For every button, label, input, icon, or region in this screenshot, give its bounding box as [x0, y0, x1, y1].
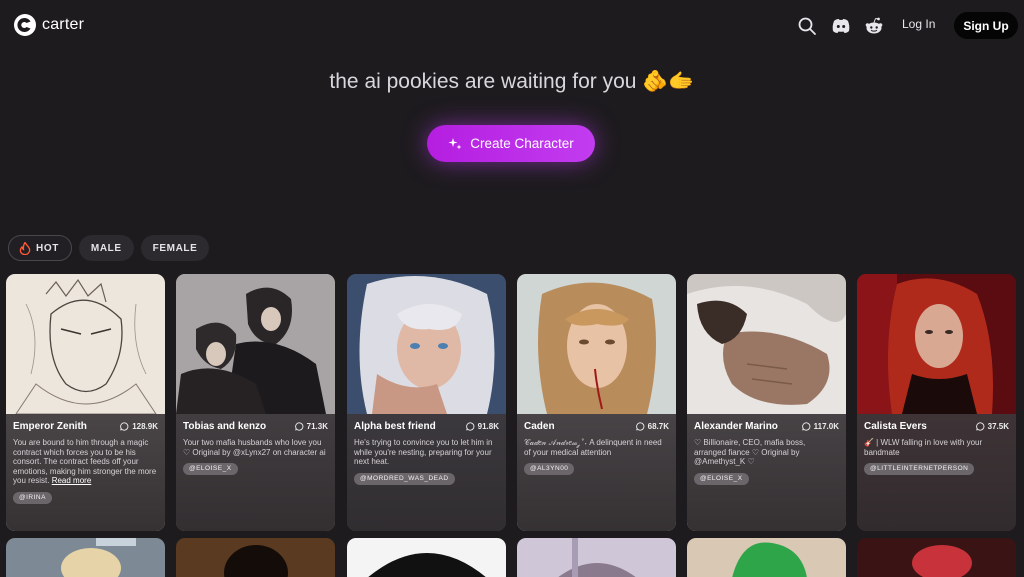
creator-tag[interactable]: @AL3YN00 — [524, 463, 575, 475]
card-description: 🎸 | WLW falling in love with your bandma… — [864, 438, 983, 457]
flame-icon — [19, 241, 31, 255]
card-description: ♡ Billionaire, CEO, mafia boss, arranged… — [694, 438, 806, 466]
character-card[interactable]: Caden 68.7K 𝒞𝒶𝒹𝑒𝓃 𝒜𝓃𝒹𝓇𝑒𝓌 ༘ ˚˖ A delinque… — [517, 274, 676, 531]
card-info: Alpha best friend 91.8K He's trying to c… — [347, 414, 506, 531]
chat-count-value: 37.5K — [987, 422, 1009, 431]
card-description: You are bound to him through a magic con… — [13, 438, 158, 486]
card-name: Alpha best friend — [354, 421, 436, 432]
card-description: He's trying to convince you to let him i… — [354, 438, 493, 466]
creator-tag[interactable]: @MORDRED_WAS_DEAD — [354, 472, 455, 485]
creator-tag[interactable]: @ELOISE_X — [694, 472, 749, 485]
filter-bar: HOT MALE FEMALE — [8, 235, 210, 261]
login-link[interactable]: Log In — [902, 17, 935, 31]
card-name: Alexander Marino — [694, 421, 778, 432]
search-icon[interactable] — [797, 16, 817, 36]
filter-male[interactable]: MALE — [78, 235, 134, 261]
chat-count: 128.9K — [120, 422, 158, 431]
character-card[interactable]: Alpha best friend 91.8K He's trying to c… — [347, 274, 506, 531]
chat-bubble-icon — [120, 422, 129, 431]
chat-count: 91.8K — [465, 422, 499, 431]
chat-count-value: 71.3K — [306, 422, 328, 431]
card-name: Calista Evers — [864, 421, 927, 432]
card-info: Caden 68.7K 𝒞𝒶𝒹𝑒𝓃 𝒜𝓃𝒹𝓇𝑒𝓌 ༘ ˚˖ A delinque… — [517, 414, 676, 531]
reddit-icon[interactable] — [864, 16, 884, 36]
character-card[interactable]: Alexander Marino 117.0K ♡ Billionaire, C… — [687, 274, 846, 531]
character-card-partial[interactable] — [176, 538, 335, 577]
chat-bubble-icon — [465, 422, 474, 431]
card-name: Caden — [524, 421, 555, 432]
character-portrait — [732, 542, 807, 577]
creator-tag[interactable]: @ELOISE_X — [183, 463, 238, 475]
card-name: Emperor Zenith — [13, 421, 87, 432]
filter-female[interactable]: FEMALE — [140, 235, 210, 261]
read-more-link[interactable]: Read more — [52, 476, 92, 485]
chat-count-value: 117.0K — [813, 422, 839, 431]
card-name: Tobias and kenzo — [183, 421, 267, 432]
chat-count: 68.7K — [635, 422, 669, 431]
character-card-partial[interactable] — [347, 538, 506, 577]
create-character-button[interactable]: Create Character — [427, 125, 595, 162]
card-info: Emperor Zenith 128.9K You are bound to h… — [6, 414, 165, 531]
create-character-label: Create Character — [470, 136, 574, 151]
character-card[interactable]: Emperor Zenith 128.9K You are bound to h… — [6, 274, 165, 531]
character-card-partial[interactable] — [517, 538, 676, 577]
signup-button[interactable]: Sign Up — [954, 12, 1018, 39]
creator-tag[interactable]: @IRINA — [13, 491, 52, 504]
hero-tagline: the ai pookies are waiting for you 🫵🫱 — [329, 70, 695, 93]
character-portrait — [558, 538, 636, 577]
card-description: Your two mafia husbands who love you ♡ O… — [183, 438, 326, 457]
sparkle-icon — [448, 137, 462, 149]
logo[interactable]: carter — [14, 14, 84, 36]
logo-text: carter — [42, 16, 85, 33]
character-card-partial[interactable] — [857, 538, 1016, 577]
card-info: Alexander Marino 117.0K ♡ Billionaire, C… — [687, 414, 846, 531]
chat-count-value: 91.8K — [477, 422, 499, 431]
character-portrait — [61, 538, 136, 577]
character-portrait — [912, 545, 972, 577]
card-description: 𝒞𝒶𝒹𝑒𝓃 𝒜𝓃𝒹𝓇𝑒𝓌 ༘ ˚˖ A delinquent in need o… — [524, 438, 662, 457]
character-card[interactable]: Tobias and kenzo 71.3K Your two mafia hu… — [176, 274, 335, 531]
card-info: Tobias and kenzo 71.3K Your two mafia hu… — [176, 414, 335, 531]
filter-female-label: FEMALE — [152, 242, 198, 254]
character-portrait — [224, 545, 288, 577]
chat-count-value: 68.7K — [647, 422, 669, 431]
chat-count: 37.5K — [975, 422, 1009, 431]
carter-logo-icon — [14, 14, 36, 36]
chat-count: 117.0K — [801, 422, 839, 431]
filter-male-label: MALE — [90, 242, 122, 254]
filter-hot-label: HOT — [36, 242, 59, 254]
chat-bubble-icon — [635, 422, 644, 431]
top-nav: carter Log In Sign Up — [0, 0, 1024, 52]
character-card-partial[interactable] — [6, 538, 165, 577]
chat-count-value: 128.9K — [132, 422, 158, 431]
chat-bubble-icon — [294, 422, 303, 431]
filter-hot[interactable]: HOT — [8, 235, 72, 261]
chat-bubble-icon — [801, 422, 810, 431]
character-portrait — [368, 553, 486, 577]
chat-count: 71.3K — [294, 422, 328, 431]
chat-bubble-icon — [975, 422, 984, 431]
discord-icon[interactable] — [831, 16, 851, 36]
character-card-partial[interactable] — [687, 538, 846, 577]
character-card[interactable]: Calista Evers 37.5K 🎸 | WLW falling in l… — [857, 274, 1016, 531]
card-info: Calista Evers 37.5K 🎸 | WLW falling in l… — [857, 414, 1016, 531]
creator-tag[interactable]: @LITTLEINTERNETPERSON — [864, 463, 975, 475]
